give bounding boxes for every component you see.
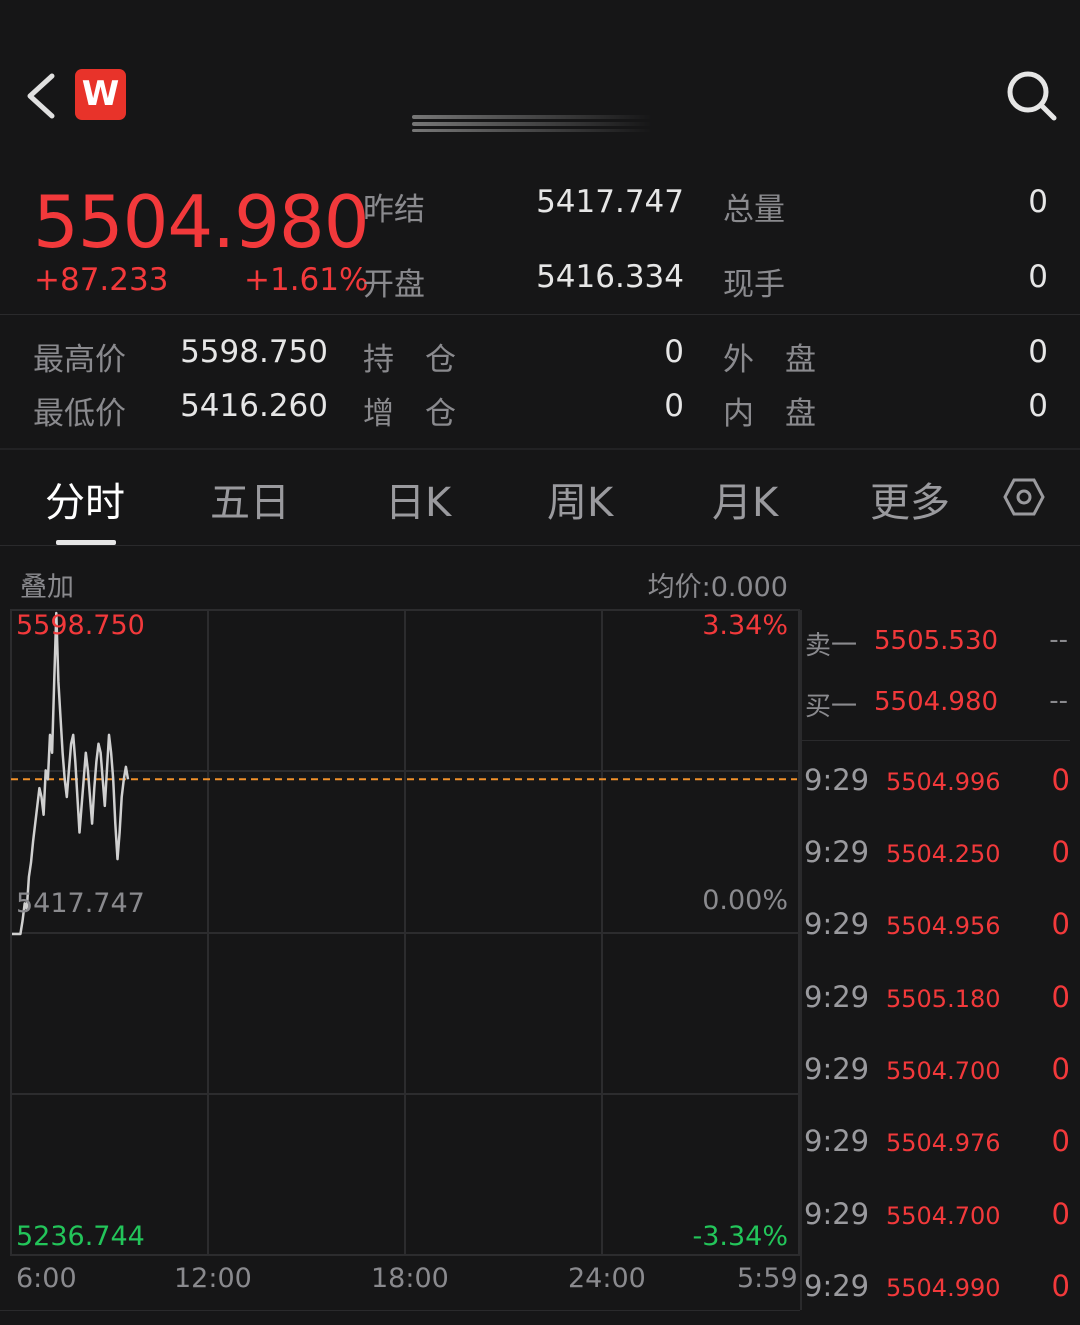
- tab-daily-k[interactable]: 日K: [385, 470, 451, 528]
- app-logo: W: [75, 69, 126, 120]
- x-tick-label: 5:59: [737, 1263, 798, 1294]
- settings-icon[interactable]: [1003, 476, 1045, 518]
- volume-value: 0: [1028, 184, 1048, 220]
- tick-price: 5504.250: [886, 840, 1001, 868]
- price-change: +87.233: [34, 262, 169, 298]
- low-value: 5416.260: [180, 388, 328, 424]
- back-chevron-icon[interactable]: [22, 72, 62, 120]
- tab-weekly-k[interactable]: 周K: [547, 470, 613, 528]
- price-change-percent: +1.61%: [244, 262, 369, 298]
- x-tick-label: 6:00: [16, 1263, 77, 1294]
- tick-time: 9:29: [804, 763, 870, 797]
- add-position-value: 0: [664, 388, 684, 424]
- x-tick-label: 12:00: [174, 1263, 252, 1294]
- position-value: 0: [664, 334, 684, 370]
- tick-volume: 0: [1051, 1197, 1070, 1231]
- inner-value: 0: [1028, 388, 1048, 424]
- high-label: 最高价: [33, 342, 126, 378]
- tick-volume: 0: [1051, 1052, 1070, 1086]
- tick-volume: 0: [1051, 980, 1070, 1014]
- tick-volume: 0: [1051, 1269, 1070, 1303]
- buy1-label: 买一: [805, 692, 858, 722]
- tick-volume: 0: [1051, 835, 1070, 869]
- intraday-chart[interactable]: [0, 600, 800, 1300]
- volume-label: 总量: [723, 192, 785, 228]
- tick-price: 5504.996: [886, 768, 1001, 796]
- add-position-label: 增 仓: [363, 396, 456, 432]
- tick-price: 5504.700: [886, 1057, 1001, 1085]
- search-icon[interactable]: [1006, 70, 1058, 122]
- tick-volume: 0: [1051, 763, 1070, 797]
- tab-more[interactable]: 更多: [870, 470, 950, 528]
- tick-price: 5504.976: [886, 1129, 1001, 1157]
- tick-time: 9:29: [804, 980, 870, 1014]
- current-hand-label: 现手: [723, 267, 785, 303]
- x-tick-label: 24:00: [568, 1263, 646, 1294]
- tab-intraday[interactable]: 分时: [45, 470, 125, 528]
- outer-label: 外 盘: [723, 342, 816, 378]
- pct-axis-top-label: 3.34%: [702, 610, 788, 641]
- prev-settle-label: 昨结: [363, 192, 425, 228]
- divider: [0, 1310, 800, 1311]
- open-value: 5416.334: [536, 259, 684, 295]
- panel-divider: [800, 610, 802, 1310]
- x-tick-label: 18:00: [371, 1263, 449, 1294]
- tab-monthly-k[interactable]: 月K: [712, 470, 778, 528]
- tick-price: 5504.956: [886, 912, 1001, 940]
- divider: [0, 448, 1080, 450]
- pct-axis-mid-label: 0.00%: [702, 885, 788, 916]
- drag-handle-icon[interactable]: [412, 113, 652, 133]
- divider: [802, 740, 1070, 741]
- tick-volume: 0: [1051, 907, 1070, 941]
- position-label: 持 仓: [363, 342, 456, 378]
- open-label: 开盘: [363, 267, 425, 303]
- tick-time: 9:29: [804, 1197, 870, 1231]
- average-price-label: 均价:0.000: [647, 572, 788, 603]
- sell1-price: 5505.530: [874, 626, 999, 656]
- y-axis-bottom-label: 5236.744: [16, 1221, 145, 1252]
- buy1-price: 5504.980: [874, 687, 999, 717]
- tick-time: 9:29: [804, 1124, 870, 1158]
- divider: [0, 545, 1080, 546]
- price-series-line: [12, 611, 130, 936]
- y-axis-top-label: 5598.750: [16, 610, 145, 641]
- tab-five-day[interactable]: 五日: [210, 470, 290, 528]
- tick-time: 9:29: [804, 1052, 870, 1086]
- tick-price: 5504.990: [886, 1274, 1001, 1302]
- pct-axis-bottom-label: -3.34%: [692, 1221, 788, 1252]
- tick-time: 9:29: [804, 1269, 870, 1303]
- overlay-button[interactable]: 叠加: [20, 565, 74, 604]
- outer-value: 0: [1028, 334, 1048, 370]
- tick-price: 5505.180: [886, 985, 1001, 1013]
- low-label: 最低价: [33, 396, 126, 432]
- current-hand-value: 0: [1028, 259, 1048, 295]
- last-price: 5504.980: [33, 180, 370, 264]
- tick-time: 9:29: [804, 907, 870, 941]
- prev-settle-value: 5417.747: [536, 184, 684, 220]
- buy1-volume: --: [1049, 686, 1068, 716]
- sell1-volume: --: [1049, 625, 1068, 655]
- divider: [0, 314, 1080, 315]
- sell1-label: 卖一: [805, 631, 858, 661]
- inner-label: 内 盘: [723, 396, 816, 432]
- y-axis-mid-label: 5417.747: [16, 888, 145, 919]
- tick-volume: 0: [1051, 1124, 1070, 1158]
- high-value: 5598.750: [180, 334, 328, 370]
- tick-time: 9:29: [804, 835, 870, 869]
- tick-price: 5504.700: [886, 1202, 1001, 1230]
